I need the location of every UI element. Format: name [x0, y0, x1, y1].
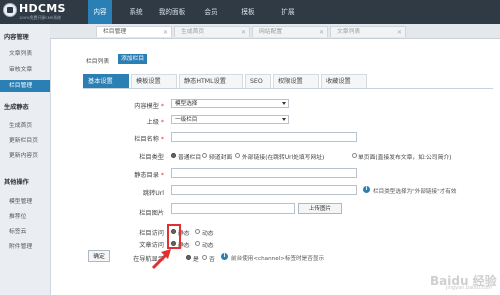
- logo-icon: [3, 3, 17, 17]
- url-hint: 栏目类型选择为"外部链接"才有效: [373, 189, 457, 195]
- close-icon[interactable]: ✕: [397, 27, 402, 38]
- top-nav-template[interactable]: 模板: [232, 0, 264, 24]
- nav-yes-radio[interactable]: [186, 255, 191, 260]
- visit-label: 栏目访问: [139, 230, 164, 237]
- logo-subtitle: 100%免费开源CMS系统: [19, 15, 61, 20]
- type-cover-radio[interactable]: [202, 153, 207, 158]
- tab-favorites[interactable]: 收藏设置: [321, 74, 367, 88]
- add-category-button[interactable]: 添加栏目: [118, 54, 148, 64]
- sidebar-item-review[interactable]: 审核文章: [0, 64, 50, 76]
- type-normal-radio[interactable]: [171, 153, 176, 158]
- nav-no-radio[interactable]: [202, 255, 207, 260]
- top-bar: HDCMS 100%免费开源CMS系统 内容 系统 我的面板 会员 模板 扩展: [0, 0, 500, 24]
- parent-select[interactable]: 一级栏目: [171, 115, 289, 124]
- tab-basic[interactable]: 基本设置: [83, 74, 129, 88]
- type-single-text: 单页面(直接发布文章，如:公司简介): [358, 155, 452, 161]
- window-tab-label: 文章列表: [337, 29, 361, 35]
- sidebar-item-recommend[interactable]: 推荐位: [0, 211, 50, 223]
- static-dir-input[interactable]: [171, 168, 357, 178]
- top-nav-member[interactable]: 会员: [196, 0, 226, 24]
- type-normal-text: 普通栏目: [178, 155, 202, 161]
- upload-image-button[interactable]: 上传图片: [298, 203, 342, 214]
- window-tab-articles[interactable]: 文章列表 ✕: [330, 26, 406, 37]
- sidebar-group-static: 生成静态: [4, 104, 29, 111]
- chevron-down-icon: [282, 102, 286, 105]
- sidebar-group-content: 内容管理: [4, 34, 29, 41]
- confirm-button[interactable]: 确定: [88, 250, 110, 262]
- model-select[interactable]: 模型选择: [171, 99, 289, 108]
- sidebar-item-attachments[interactable]: 附件管理: [0, 241, 50, 253]
- type-label: 栏目类型: [139, 154, 164, 161]
- sidebar-item-gen-home[interactable]: 生成首页: [0, 120, 50, 132]
- type-single-radio[interactable]: [352, 153, 357, 158]
- window-tab-config[interactable]: 网站配置 ✕: [252, 26, 328, 37]
- red-arrow-icon: [151, 249, 171, 270]
- sidebar-item-model[interactable]: 模型管理: [0, 196, 50, 208]
- window-tab-label: 生成首页: [181, 29, 205, 35]
- dir-label: 静态目录 *: [134, 172, 164, 179]
- window-tabs: 栏目管理 ✕ 生成首页 ✕ 网站配置 ✕ 文章列表 ✕: [50, 24, 500, 39]
- nav-yes-text: 是: [193, 257, 199, 263]
- watermark-url: jingyan.baidu.com: [446, 285, 493, 291]
- article-dynamic-radio[interactable]: [195, 241, 200, 246]
- sidebar: 内容管理 文章列表 审核文章 栏目管理 生成静态 生成首页 更新栏目页 更新内容…: [0, 24, 51, 295]
- window-tab-label: 栏目管理: [103, 29, 127, 35]
- visit-dynamic-radio[interactable]: [195, 229, 200, 234]
- settings-tabs: 基本设置 模板设置 静态HTML设置 SEO 权限设置 收藏设置: [83, 74, 493, 89]
- chevron-down-icon: [282, 118, 286, 121]
- parent-label: 上级 *: [146, 119, 164, 126]
- sidebar-item-update-category[interactable]: 更新栏目页: [0, 135, 50, 147]
- sidebar-item-tags[interactable]: 标签云: [0, 226, 50, 238]
- logo-text: HDCMS: [19, 2, 66, 15]
- article-dynamic-text: 动态: [202, 243, 214, 249]
- tab-permissions[interactable]: 权限设置: [273, 74, 319, 88]
- type-cover-text: 频道封面: [209, 155, 233, 161]
- sidebar-item-category[interactable]: 栏目管理: [0, 80, 50, 92]
- image-path-input[interactable]: [171, 203, 295, 214]
- sidebar-group-other: 其他操作: [4, 179, 29, 186]
- close-icon[interactable]: ✕: [241, 27, 246, 38]
- close-icon[interactable]: ✕: [319, 27, 324, 38]
- sidebar-item-article-list[interactable]: 文章列表: [0, 48, 50, 60]
- sidebar-item-update-content[interactable]: 更新内容页: [0, 150, 50, 162]
- info-icon: i: [363, 186, 370, 193]
- window-tab-label: 网站配置: [259, 29, 283, 35]
- top-nav-extend[interactable]: 扩展: [272, 0, 304, 24]
- model-label: 内容模型 *: [134, 103, 164, 110]
- top-nav-system[interactable]: 系统: [118, 0, 154, 24]
- info-icon: i: [221, 253, 228, 260]
- nav-no-text: 否: [209, 257, 215, 263]
- tab-static-html[interactable]: 静态HTML设置: [179, 74, 243, 88]
- tab-seo[interactable]: SEO: [245, 74, 271, 88]
- nav-hint: 前台使用<channel>标签时是否显示: [231, 256, 325, 262]
- category-list-link[interactable]: 栏目列表: [86, 56, 109, 65]
- image-label: 栏目图片: [139, 210, 164, 217]
- name-label: 栏目名称 *: [134, 136, 164, 143]
- redirect-url-input[interactable]: [171, 185, 357, 195]
- category-name-input[interactable]: [171, 132, 357, 142]
- close-icon[interactable]: ✕: [163, 27, 168, 38]
- type-external-radio[interactable]: [235, 153, 240, 158]
- visit-dynamic-text: 动态: [202, 231, 214, 237]
- window-tab-category[interactable]: 栏目管理 ✕: [96, 26, 172, 37]
- top-nav-panel[interactable]: 我的面板: [152, 0, 192, 24]
- window-tab-gen-home[interactable]: 生成首页 ✕: [174, 26, 250, 37]
- url-label: 跳转Url: [142, 190, 164, 197]
- type-external-text: 外部链接(在跳转Url处填写网址): [242, 155, 325, 161]
- tab-template[interactable]: 模板设置: [131, 74, 177, 88]
- top-nav-content[interactable]: 内容: [88, 0, 112, 24]
